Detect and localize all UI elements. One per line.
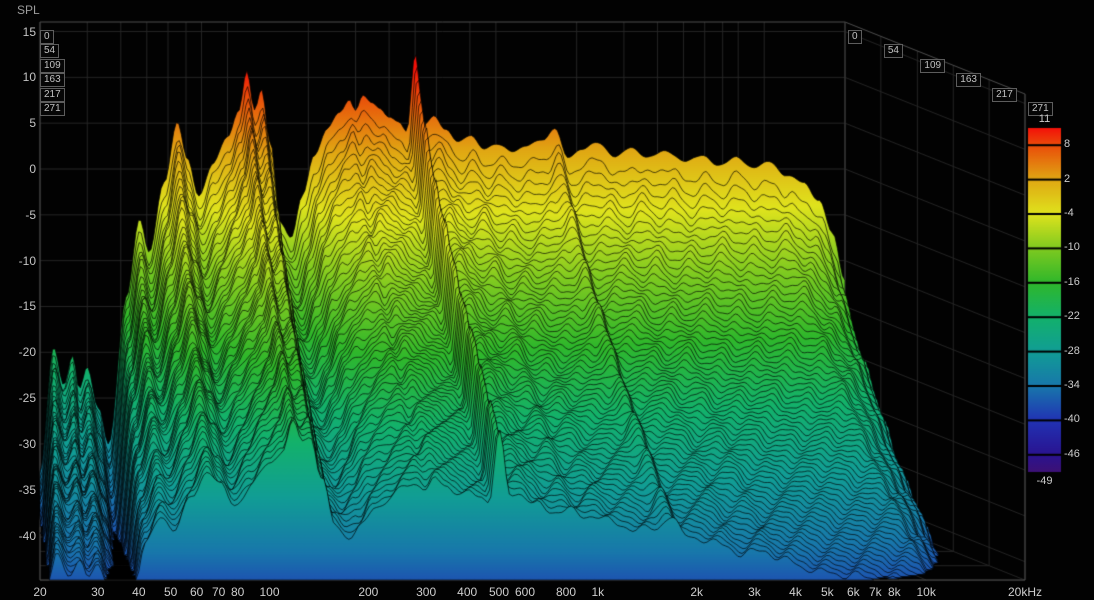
spl-axis-title: SPL — [17, 3, 40, 17]
waterfall-plot-canvas[interactable] — [0, 0, 1094, 600]
waterfall-chart: 15 10 5 0 -5 -10 -15 -20 -25 -30 -35 -40 20 30 40 50 60 7… — [0, 0, 1094, 600]
